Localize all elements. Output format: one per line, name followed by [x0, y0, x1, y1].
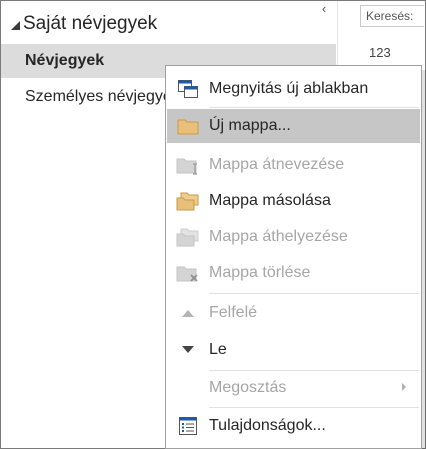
menu-item-label: Új mappa... [209, 117, 291, 134]
submenu-arrow-icon [402, 383, 406, 391]
menu-item-move-down[interactable]: Le [167, 333, 420, 367]
alphabet-index-label[interactable]: 123 [369, 45, 391, 60]
menu-item-rename-folder[interactable]: Mappa átnevezése [167, 148, 420, 182]
menu-item-properties[interactable]: Tulajdonságok... [167, 409, 420, 443]
menu-item-delete-folder[interactable]: Mappa törlése [167, 256, 420, 290]
delete-folder-icon [167, 256, 209, 290]
move-down-icon [167, 333, 209, 367]
folder-group-label: Saját névjegyek [23, 13, 158, 34]
copy-folder-icon [167, 184, 209, 218]
move-folder-icon [167, 220, 209, 254]
share-icon-placeholder [167, 371, 209, 405]
menu-separator [209, 107, 419, 108]
folder-item-label: Névjegyek [25, 52, 105, 69]
menu-item-move-folder[interactable]: Mappa áthelyezése [167, 220, 420, 254]
menu-item-new-folder[interactable]: Új mappa... [167, 109, 420, 143]
menu-item-label: Megnyitás új ablakban [209, 80, 369, 97]
menu-item-copy-folder[interactable]: Mappa másolása [167, 184, 420, 218]
context-menu: Megnyitás új ablakban Új mappa... Mappa … [165, 65, 422, 449]
menu-item-label: Mappa áthelyezése [209, 228, 348, 245]
menu-item-label: Mappa másolása [209, 192, 331, 209]
expanded-triangle-icon[interactable] [9, 18, 21, 30]
menu-item-label: Tulajdonságok... [209, 417, 326, 434]
menu-separator [209, 407, 419, 408]
menu-item-move-up[interactable]: Felfelé [167, 296, 420, 330]
search-placeholder: Keresés: [366, 9, 414, 23]
collapse-pane-button[interactable]: ‹ [317, 0, 331, 16]
menu-item-label: Le [209, 341, 227, 358]
folder-group-header[interactable]: Saját névjegyek [9, 12, 157, 36]
new-window-icon [167, 72, 209, 106]
menu-item-label: Mappa törlése [209, 264, 311, 281]
menu-separator [209, 293, 419, 294]
menu-item-label: Felfelé [209, 304, 258, 321]
chevron-left-icon: ‹ [321, 0, 327, 16]
properties-icon [167, 409, 209, 443]
folder-item-label: Személyes névjegyek [25, 88, 180, 105]
rename-folder-icon [167, 148, 209, 182]
menu-item-share[interactable]: Megosztás [167, 371, 420, 405]
menu-item-label: Megosztás [209, 379, 287, 396]
new-folder-icon [167, 109, 209, 143]
menu-item-label: Mappa átnevezése [209, 156, 345, 173]
search-input[interactable]: Keresés: [360, 5, 424, 27]
move-up-icon [167, 296, 209, 330]
menu-item-open-in-new-window[interactable]: Megnyitás új ablakban [167, 72, 420, 106]
